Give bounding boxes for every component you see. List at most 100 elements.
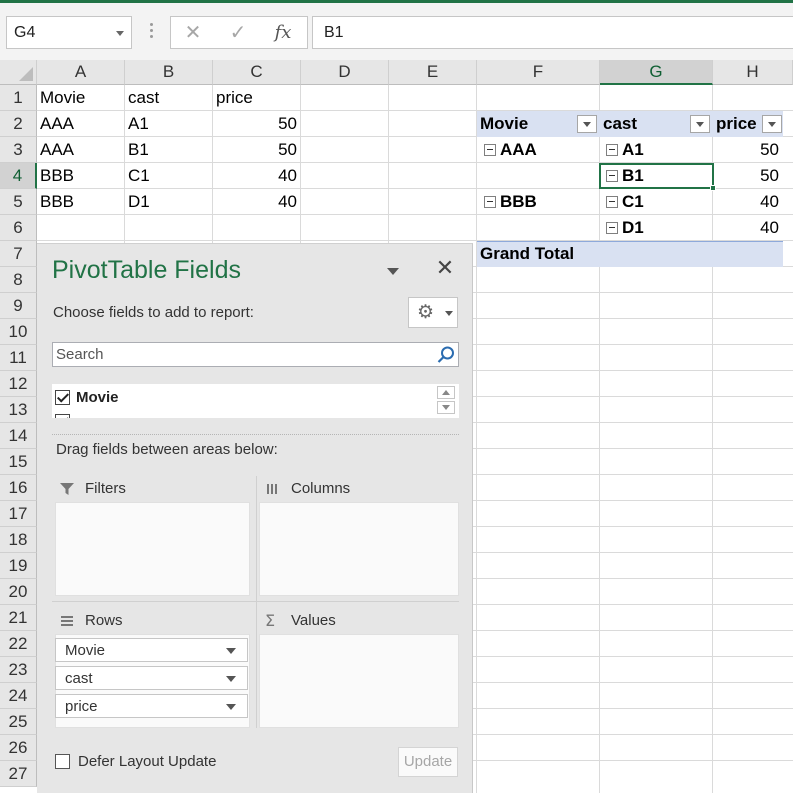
field-item-movie[interactable]: Movie <box>55 387 435 411</box>
row-header-19[interactable]: 19 <box>0 553 37 579</box>
formula-input[interactable]: B1 <box>312 16 793 49</box>
column-header-b[interactable]: B <box>125 60 213 85</box>
cell-a4[interactable]: BBB <box>37 163 125 189</box>
cell-c1[interactable]: price <box>213 85 301 111</box>
row-field-cast[interactable]: cast <box>55 666 248 690</box>
row-header-14[interactable]: 14 <box>0 423 37 449</box>
cell-c4[interactable]: 40 <box>213 163 301 189</box>
column-header-c[interactable]: C <box>213 60 301 85</box>
close-icon[interactable]: ✕ <box>435 257 455 279</box>
pivot-price-d1[interactable]: 40 <box>713 215 783 241</box>
collapse-icon[interactable] <box>484 144 496 156</box>
chevron-down-icon[interactable] <box>116 31 124 36</box>
scroll-down-icon[interactable] <box>437 401 455 414</box>
row-header-9[interactable]: 9 <box>0 293 37 319</box>
row-header-17[interactable]: 17 <box>0 501 37 527</box>
column-header-h[interactable]: H <box>713 60 793 85</box>
collapse-icon[interactable] <box>606 144 618 156</box>
pivot-cast-c1[interactable]: C1 <box>619 189 699 215</box>
pivot-cast-a1[interactable]: A1 <box>619 137 699 163</box>
pivot-header-cast[interactable]: cast <box>600 111 688 137</box>
name-box[interactable]: G4 <box>6 16 132 49</box>
formula-bar-grip[interactable] <box>150 23 153 40</box>
cell-a3[interactable]: AAA <box>37 137 125 163</box>
chevron-down-icon[interactable] <box>226 676 236 682</box>
collapse-icon[interactable] <box>606 196 618 208</box>
collapse-icon[interactable] <box>484 196 496 208</box>
row-header-21[interactable]: 21 <box>0 605 37 631</box>
movie-filter-button[interactable] <box>577 115 597 133</box>
row-field-movie[interactable]: Movie <box>55 638 248 662</box>
row-header-2[interactable]: 2 <box>0 111 37 137</box>
row-header-15[interactable]: 15 <box>0 449 37 475</box>
row-header-8[interactable]: 8 <box>0 267 37 293</box>
filters-drop-area[interactable] <box>55 502 250 596</box>
pivot-movie-bbb[interactable]: BBB <box>497 189 587 215</box>
cell-b1[interactable]: cast <box>125 85 213 111</box>
enter-icon[interactable]: ✓ <box>226 21 250 45</box>
row-header-24[interactable]: 24 <box>0 683 37 709</box>
checkbox-icon[interactable] <box>55 414 70 418</box>
row-header-22[interactable]: 22 <box>0 631 37 657</box>
cell-b4[interactable]: C1 <box>125 163 213 189</box>
row-header-5[interactable]: 5 <box>0 189 37 215</box>
select-all-corner[interactable] <box>0 60 37 85</box>
row-header-10[interactable]: 10 <box>0 319 37 345</box>
cell-b2[interactable]: A1 <box>125 111 213 137</box>
column-header-f[interactable]: F <box>477 60 600 85</box>
pivot-movie-aaa[interactable]: AAA <box>497 137 587 163</box>
scroll-up-icon[interactable] <box>437 386 455 399</box>
chevron-down-icon[interactable] <box>387 268 399 275</box>
pivot-header-price[interactable]: price <box>713 111 763 137</box>
row-field-price[interactable]: price <box>55 694 248 718</box>
fill-handle[interactable] <box>710 185 716 191</box>
row-header-23[interactable]: 23 <box>0 657 37 683</box>
row-header-3[interactable]: 3 <box>0 137 37 163</box>
column-header-a[interactable]: A <box>37 60 125 85</box>
column-header-e[interactable]: E <box>389 60 477 85</box>
cell-a5[interactable]: BBB <box>37 189 125 215</box>
row-header-25[interactable]: 25 <box>0 709 37 735</box>
row-header-11[interactable]: 11 <box>0 345 37 371</box>
insert-function-icon[interactable]: fx <box>271 21 295 45</box>
cancel-icon[interactable]: ✕ <box>181 21 205 45</box>
pivot-grand-total[interactable]: Grand Total <box>477 241 677 267</box>
cell-c3[interactable]: 50 <box>213 137 301 163</box>
cell-c2[interactable]: 50 <box>213 111 301 137</box>
collapse-icon[interactable] <box>606 222 618 234</box>
pivot-price-b1[interactable]: 50 <box>713 163 783 189</box>
field-list-scrollbar[interactable] <box>437 386 457 416</box>
checkbox-icon[interactable] <box>55 390 70 405</box>
row-header-27[interactable]: 27 <box>0 761 37 787</box>
column-header-g[interactable]: G <box>600 60 713 85</box>
pivot-price-c1[interactable]: 40 <box>713 189 783 215</box>
cast-filter-button[interactable] <box>690 115 710 133</box>
row-header-12[interactable]: 12 <box>0 371 37 397</box>
chevron-down-icon[interactable] <box>226 648 236 654</box>
cell-c5[interactable]: 40 <box>213 189 301 215</box>
row-header-16[interactable]: 16 <box>0 475 37 501</box>
row-header-1[interactable]: 1 <box>0 85 37 111</box>
column-header-d[interactable]: D <box>301 60 389 85</box>
field-item-cast[interactable] <box>55 411 435 418</box>
row-header-13[interactable]: 13 <box>0 397 37 423</box>
price-filter-button[interactable] <box>762 115 782 133</box>
cell-b5[interactable]: D1 <box>125 189 213 215</box>
search-input[interactable] <box>53 343 433 366</box>
search-icon[interactable] <box>436 345 456 365</box>
row-header-4[interactable]: 4 <box>0 163 37 189</box>
chevron-down-icon[interactable] <box>226 704 236 710</box>
row-header-7[interactable]: 7 <box>0 241 37 267</box>
values-drop-area[interactable] <box>259 634 459 728</box>
row-header-20[interactable]: 20 <box>0 579 37 605</box>
columns-drop-area[interactable] <box>259 502 459 596</box>
update-button[interactable]: Update <box>398 747 458 777</box>
active-cell-g4[interactable] <box>599 163 716 191</box>
pivot-price-a1[interactable]: 50 <box>713 137 783 163</box>
row-header-6[interactable]: 6 <box>0 215 37 241</box>
pivot-header-movie[interactable]: Movie <box>477 111 577 137</box>
cell-a2[interactable]: AAA <box>37 111 125 137</box>
row-header-26[interactable]: 26 <box>0 735 37 761</box>
defer-layout-checkbox[interactable] <box>55 754 70 769</box>
cell-b3[interactable]: B1 <box>125 137 213 163</box>
